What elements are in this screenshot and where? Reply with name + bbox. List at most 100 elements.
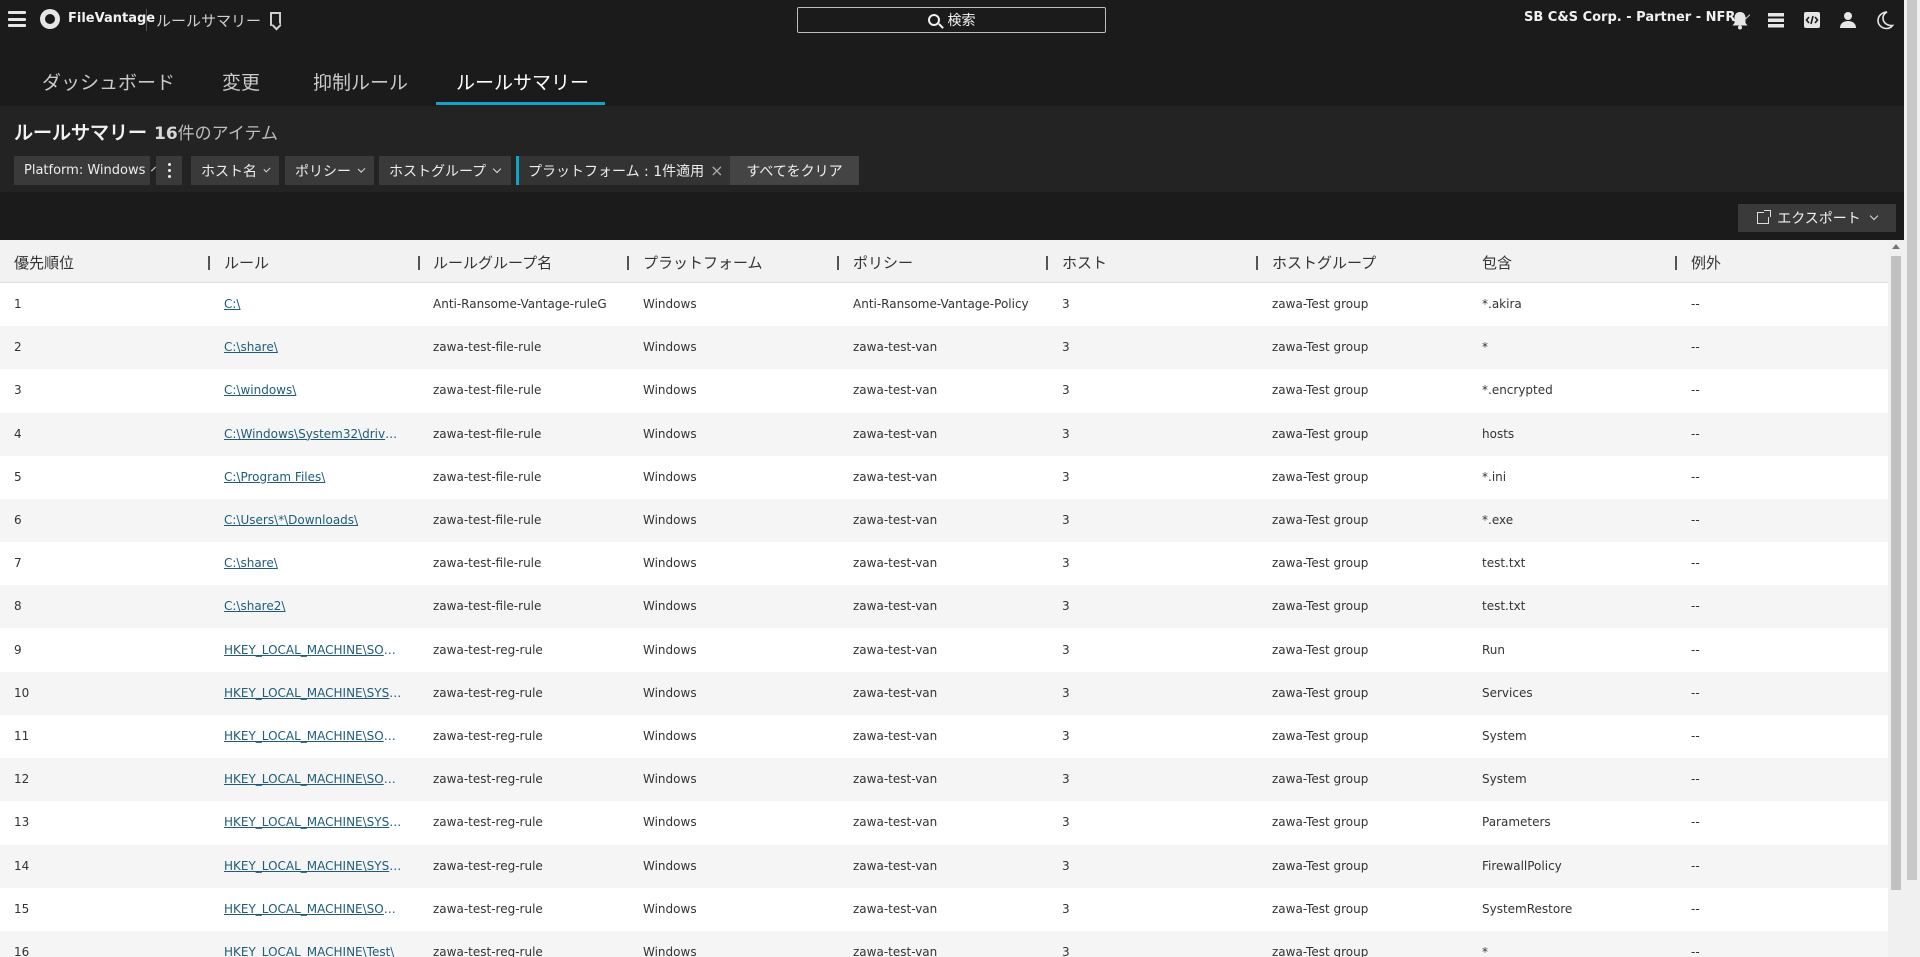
page-scrollbar[interactable] [1904, 0, 1920, 957]
rule-link[interactable]: HKEY_LOCAL_MACHINE\Test\ [224, 945, 402, 957]
tab-rule-summary[interactable]: ルールサマリー [456, 68, 589, 95]
column-resize-handle[interactable] [208, 256, 210, 270]
user-icon[interactable] [1837, 9, 1859, 31]
export-button[interactable]: エクスポート [1738, 204, 1896, 232]
column-resize-handle[interactable] [1675, 256, 1677, 270]
cell-include: SystemRestore [1482, 901, 1573, 916]
cell-host: 3 [1062, 642, 1070, 657]
scroll-thumb[interactable] [1891, 256, 1901, 890]
cell-platform: Windows [643, 297, 697, 311]
rule-link[interactable]: HKEY_LOCAL_MACHINE\SYSTEM\ [224, 686, 402, 700]
menu-icon[interactable] [8, 11, 26, 27]
app-name: FileVantage [68, 11, 156, 26]
column-header-platform[interactable]: プラットフォーム [643, 252, 763, 273]
tab-dashboard[interactable]: ダッシュボード [42, 68, 175, 95]
table-scrollbar[interactable] [1888, 240, 1904, 957]
cell-policy: zawa-test-van [853, 340, 938, 355]
hostgroup-filter[interactable]: ホストグループ [379, 156, 511, 185]
cell-exclude: -- [1691, 729, 1700, 743]
cell-exclude: -- [1691, 599, 1700, 614]
column-header-priority[interactable]: 優先順位 [14, 252, 74, 273]
column-header-host[interactable]: ホスト [1062, 252, 1107, 273]
toolbar: エクスポート [0, 196, 1904, 240]
rule-link[interactable]: C:\Windows\System32\drivers\etc\ [224, 427, 402, 441]
platform-filter[interactable]: Platform: Windows [14, 156, 157, 185]
rule-link[interactable]: C:\Program Files\ [224, 470, 402, 484]
table-row: 11 HKEY_LOCAL_MACHINE\SOFTWARE\ zawa-test-… [0, 715, 1888, 758]
cell-rule-group: zawa-test-file-rule [433, 599, 542, 614]
table-row: 15 HKEY_LOCAL_MACHINE\SOFTWARE\ zawa-test-… [0, 888, 1888, 931]
cell-platform: Windows [643, 858, 697, 873]
cell-host-group: zawa-Test group [1272, 556, 1369, 571]
platform-filter-label: Platform: Windows [24, 163, 146, 178]
column-resize-handle[interactable] [627, 256, 629, 270]
column-header-policy[interactable]: ポリシー [853, 252, 913, 273]
tab-suppression-rules[interactable]: 抑制ルール [313, 68, 408, 95]
cell-include: hosts [1482, 426, 1515, 441]
policy-filter-label: ポリシー [295, 163, 351, 180]
rule-link[interactable]: C:\share\ [224, 340, 402, 354]
top-bar: FileVantage ルールサマリー 検索 SB C&S Corp. - Pa… [0, 0, 1920, 40]
rule-link[interactable]: HKEY_LOCAL_MACHINE\SOFTWARE\ [224, 729, 402, 743]
stack-icon[interactable] [1765, 9, 1787, 31]
more-filters-icon[interactable] [156, 156, 182, 185]
cell-policy: zawa-test-van [853, 426, 938, 441]
applied-filter-chip[interactable]: プラットフォーム : 1件適用 × [516, 156, 732, 185]
cell-include: Parameters [1482, 815, 1551, 830]
summary-header: ルールサマリー 16件のアイテム Platform: Windows ホスト名 … [0, 106, 1920, 192]
cell-rule-group: zawa-test-file-rule [433, 513, 542, 527]
applied-filter-label: プラットフォーム : 1件適用 [528, 163, 705, 180]
clear-all-button[interactable]: すべてをクリア [730, 156, 859, 185]
bookmark-icon[interactable] [270, 12, 281, 26]
rule-link[interactable]: HKEY_LOCAL_MACHINE\SYSTEM\ [224, 815, 402, 829]
cell-platform: Windows [643, 599, 697, 614]
rule-link[interactable]: HKEY_LOCAL_MACHINE\SOFTWARE\ [224, 643, 402, 657]
rules-table: 優先順位 ルール ルールグループ名 プラットフォーム ポリシー ホスト ホストグ… [0, 240, 1888, 957]
rule-link[interactable]: C:\windows\ [224, 383, 402, 397]
cell-host: 3 [1062, 383, 1070, 398]
rule-link[interactable]: C:\ [224, 297, 402, 311]
account-selector[interactable]: SB C&S Corp. - Partner - NFR [1524, 10, 1751, 25]
rule-link[interactable]: C:\Users\*\Downloads\ [224, 513, 402, 527]
cell-exclude: -- [1691, 685, 1700, 700]
table-row: 12 HKEY_LOCAL_MACHINE\SOFTWARE\ zawa-test-… [0, 758, 1888, 802]
cell-policy: zawa-test-van [853, 685, 938, 700]
cell-rule-group: zawa-test-reg-rule [433, 945, 543, 957]
column-header-host-group[interactable]: ホストグループ [1272, 252, 1376, 273]
cell-rule-group: zawa-test-reg-rule [433, 772, 543, 787]
column-resize-handle[interactable] [837, 256, 839, 270]
rule-link[interactable]: HKEY_LOCAL_MACHINE\SYSTEM\ [224, 859, 402, 873]
rule-link[interactable]: HKEY_LOCAL_MACHINE\SOFTWARE\ [224, 902, 402, 916]
cell-host: 3 [1062, 685, 1070, 700]
cell-policy: Anti-Ransome-Vantage-Policy [853, 297, 1029, 311]
cell-priority: 9 [14, 642, 22, 657]
cell-host: 3 [1062, 340, 1070, 355]
column-header-rule[interactable]: ルール [224, 252, 269, 273]
rule-link[interactable]: C:\share2\ [224, 599, 402, 613]
page-scroll-thumb[interactable] [1907, 0, 1917, 880]
tab-changes[interactable]: 変更 [222, 68, 260, 95]
column-header-exclude[interactable]: 例外 [1691, 252, 1721, 273]
export-icon [1757, 210, 1772, 224]
cell-priority: 2 [14, 340, 22, 355]
code-icon[interactable] [1801, 9, 1823, 31]
policy-filter[interactable]: ポリシー [285, 156, 374, 185]
cell-priority: 13 [14, 815, 30, 830]
column-resize-handle[interactable] [1046, 256, 1048, 270]
column-header-include[interactable]: 包含 [1482, 252, 1512, 273]
cell-host-group: zawa-Test group [1272, 685, 1369, 700]
cell-include: Run [1482, 642, 1506, 657]
column-resize-handle[interactable] [1256, 256, 1258, 270]
search-button[interactable]: 検索 [797, 7, 1106, 33]
column-resize-handle[interactable] [418, 256, 420, 270]
cell-policy: zawa-test-van [853, 901, 938, 916]
rule-link[interactable]: C:\share\ [224, 556, 402, 570]
bell-icon[interactable] [1729, 9, 1751, 31]
close-icon[interactable]: × [710, 161, 723, 180]
active-tab-indicator [436, 102, 605, 105]
column-header-rule-group[interactable]: ルールグループ名 [433, 252, 552, 273]
hostname-filter[interactable]: ホスト名 [191, 156, 279, 185]
scroll-up-arrow-icon[interactable] [1892, 244, 1900, 249]
moon-icon[interactable] [1873, 9, 1895, 31]
rule-link[interactable]: HKEY_LOCAL_MACHINE\SOFTWARE\ [224, 772, 402, 786]
